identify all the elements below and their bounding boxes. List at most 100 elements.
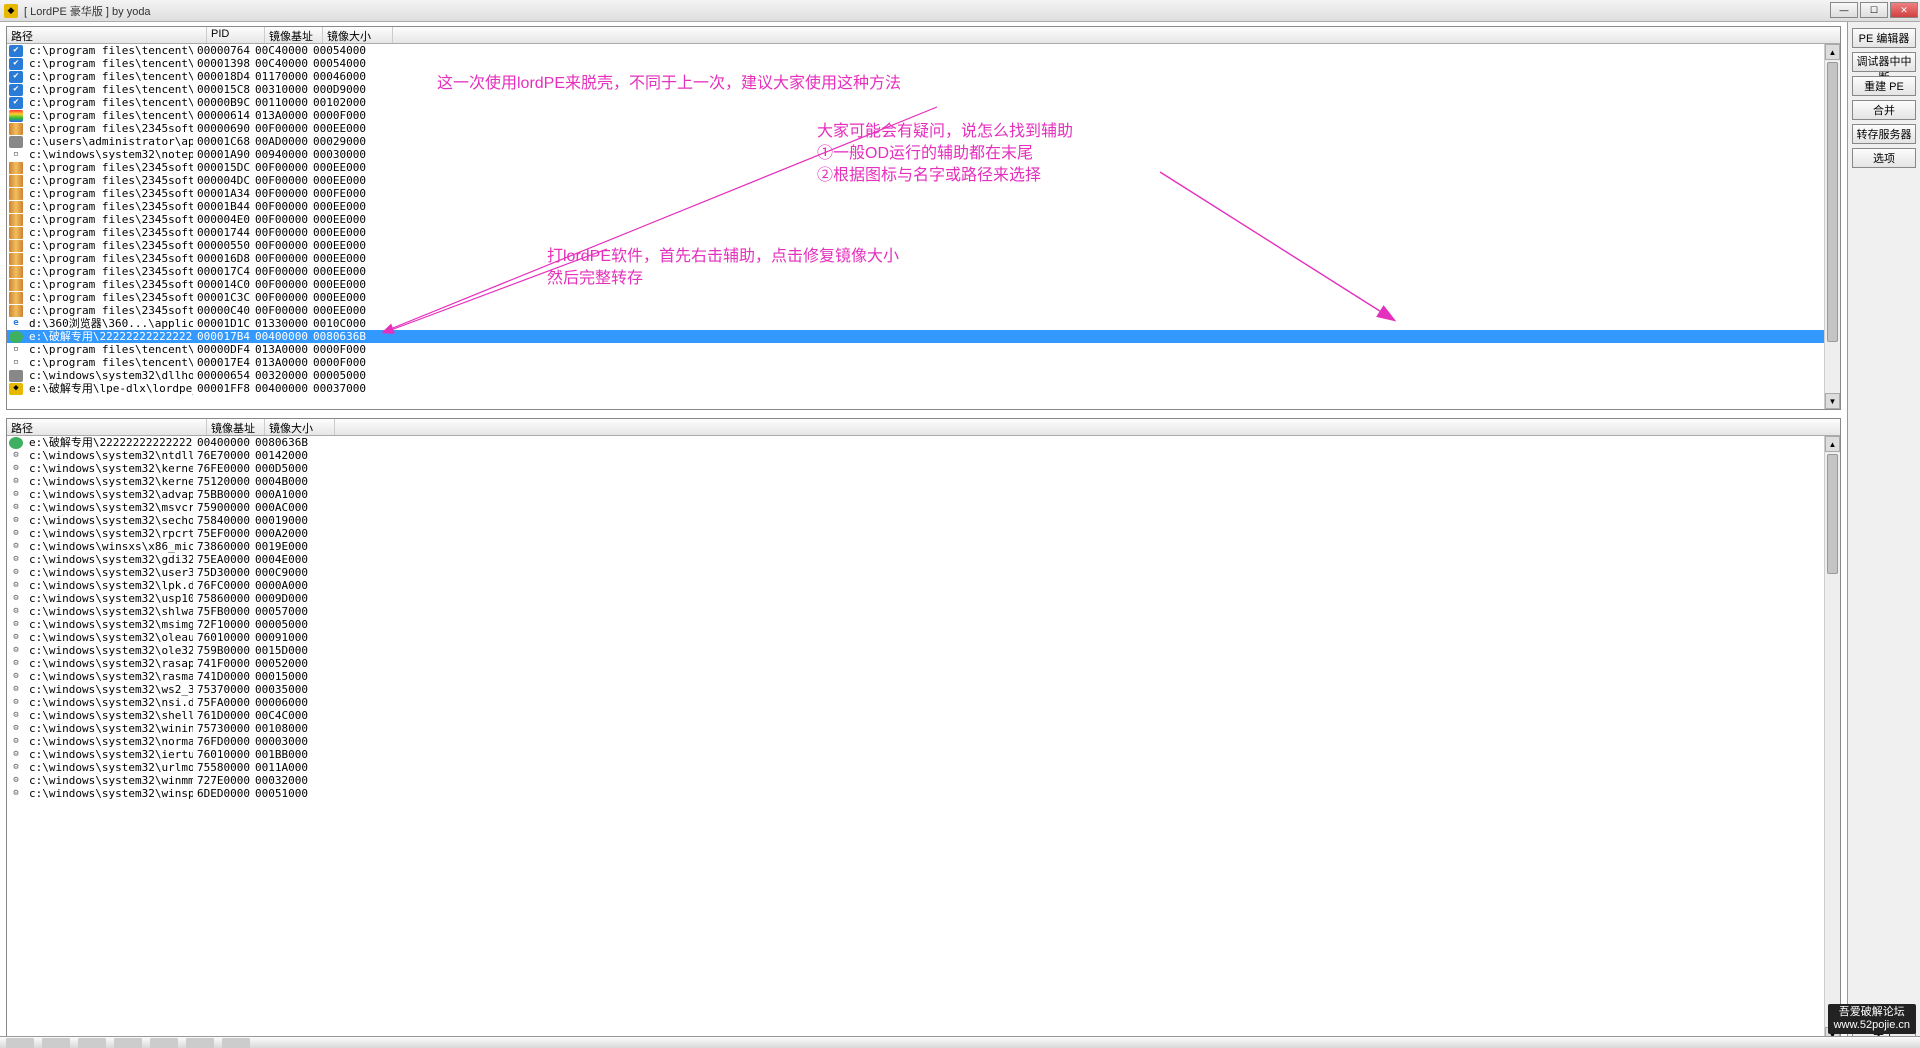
process-row[interactable]: c:\program files\2345soft\haozip\h...000… — [7, 174, 1824, 187]
maximize-button[interactable]: ☐ — [1860, 2, 1888, 18]
module-row[interactable]: e:\破解专用\2222222222222222222222\...004000… — [7, 436, 1824, 449]
process-row[interactable]: c:\program files\2345soft\haozip\h...000… — [7, 278, 1824, 291]
rebuild-pe-button[interactable]: 重建 PE — [1852, 76, 1916, 96]
minimize-button[interactable]: — — [1830, 2, 1858, 18]
module-row[interactable]: ⚙c:\windows\system32\oleaut32.dll7601000… — [7, 631, 1824, 644]
module-row[interactable]: ⚙c:\windows\system32\kernel32.dll76FE000… — [7, 462, 1824, 475]
module-row[interactable]: ⚙c:\windows\system32\ole32.dll759B000000… — [7, 644, 1824, 657]
module-row[interactable]: ⚙c:\windows\system32\nsi.dll75FA00000000… — [7, 696, 1824, 709]
taskbar-item[interactable] — [6, 1038, 34, 1048]
module-row[interactable]: ⚙c:\windows\system32\msvcrt.dll759000000… — [7, 501, 1824, 514]
cell-size: 0009D000 — [251, 592, 321, 605]
cell-size: 00006000 — [251, 696, 321, 709]
process-row[interactable]: c:\program files\2345soft\haozip\h...000… — [7, 122, 1824, 135]
module-row[interactable]: ⚙c:\windows\winsxs\x86_microsoft.wi...73… — [7, 540, 1824, 553]
process-row[interactable]: ✔c:\program files\tencent\qqpcmgr\1...00… — [7, 57, 1824, 70]
col-path[interactable]: 路径 — [7, 27, 207, 43]
merge-button[interactable]: 合并 — [1852, 100, 1916, 120]
process-row[interactable]: c:\program files\2345soft\haozip\h...000… — [7, 187, 1824, 200]
options-button[interactable]: 选项 — [1852, 148, 1916, 168]
process-row[interactable]: c:\program files\2345soft\haozip\h...000… — [7, 252, 1824, 265]
module-row[interactable]: ⚙c:\windows\system32\sechost.dll75840000… — [7, 514, 1824, 527]
cell-size: 00037000 — [309, 382, 379, 395]
process-row[interactable]: c:\program files\2345soft\haozip\h...000… — [7, 161, 1824, 174]
col-pid[interactable]: PID — [207, 27, 265, 43]
taskbar-item[interactable] — [150, 1038, 178, 1048]
process-row[interactable]: c:\program files\2345soft\haozip\h...000… — [7, 265, 1824, 278]
module-row[interactable]: ⚙c:\windows\system32\urlmon.dll755800000… — [7, 761, 1824, 774]
module-row[interactable]: ⚙c:\windows\system32\winspool.drv6DED000… — [7, 787, 1824, 800]
process-row[interactable]: c:\program files\2345soft\haozip\h...000… — [7, 226, 1824, 239]
shield-icon: ✔ — [9, 84, 23, 96]
debugger-break-button[interactable]: 调试器中中断 — [1852, 52, 1916, 72]
process-row[interactable]: c:\program files\2345soft\haozip\h...000… — [7, 291, 1824, 304]
dump-server-button[interactable]: 转存服务器 — [1852, 124, 1916, 144]
module-row[interactable]: ⚙c:\windows\system32\ntdll.dll76E7000000… — [7, 449, 1824, 462]
module-row[interactable]: ⚙c:\windows\system32\iertutil.dll7601000… — [7, 748, 1824, 761]
module-row[interactable]: ⚙c:\windows\system32\rpcrt4.dll75EF00000… — [7, 527, 1824, 540]
pe-editor-button[interactable]: PE 编辑器 — [1852, 28, 1916, 48]
process-row[interactable]: ✔c:\program files\tencent\qqpcmgr\1...00… — [7, 44, 1824, 57]
process-row[interactable]: ▫c:\program files\tencent\qq\bin\qq...00… — [7, 356, 1824, 369]
dll-icon: ⚙ — [9, 567, 23, 579]
taskbar-item[interactable] — [78, 1038, 106, 1048]
module-row[interactable]: ⚙c:\windows\system32\rasapi32.dll741F000… — [7, 657, 1824, 670]
process-row[interactable]: c:\users\administrator\appdata\roa...000… — [7, 135, 1824, 148]
module-row[interactable]: ⚙c:\windows\system32\shlwapi.dll75FB0000… — [7, 605, 1824, 618]
cell-path: c:\windows\system32\msvcrt.dll — [25, 501, 193, 514]
module-row[interactable]: ⚙c:\windows\system32\kernelbase.dll75120… — [7, 475, 1824, 488]
process-scrollbar[interactable]: ▲ ▼ — [1824, 44, 1840, 409]
taskbar-item[interactable] — [114, 1038, 142, 1048]
target-icon — [9, 331, 23, 343]
process-row[interactable]: ✔c:\program files\tencent\qqpcmgr\1...00… — [7, 83, 1824, 96]
process-row[interactable]: c:\program files\tencent\qq\bin\qq...000… — [7, 109, 1824, 122]
process-row[interactable]: c:\program files\2345soft\haozip\h...000… — [7, 239, 1824, 252]
col-path[interactable]: 路径 — [7, 419, 207, 435]
process-row[interactable]: ✔c:\program files\tencent\qqpcmgr\1...00… — [7, 96, 1824, 109]
process-row[interactable]: ▫c:\windows\system32\notepad.exe00001A90… — [7, 148, 1824, 161]
process-row[interactable]: ed:\360浏览器\360...\application\36...00001… — [7, 317, 1824, 330]
module-row[interactable]: ⚙c:\windows\system32\ws2_32.dll753700000… — [7, 683, 1824, 696]
col-size[interactable]: 镜像大小 — [323, 27, 393, 43]
scroll-down-icon[interactable]: ▼ — [1825, 393, 1840, 409]
module-row[interactable]: ⚙c:\windows\system32\wininet.dll75730000… — [7, 722, 1824, 735]
col-base[interactable]: 镜像基址 — [265, 27, 323, 43]
module-row[interactable]: ⚙c:\windows\system32\advapi32.dll75BB000… — [7, 488, 1824, 501]
module-list-header: 路径 镜像基址 镜像大小 — [7, 419, 1840, 436]
module-row[interactable]: ⚙c:\windows\system32\winmm.dll727E000000… — [7, 774, 1824, 787]
taskbar[interactable] — [0, 1036, 1920, 1048]
cell-base: 013A0000 — [251, 343, 309, 356]
process-row[interactable]: ✔c:\program files\tencent\qqpcmgr\1...00… — [7, 70, 1824, 83]
module-row[interactable]: ⚙c:\windows\system32\rasman.dll741D00000… — [7, 670, 1824, 683]
scroll-up-icon[interactable]: ▲ — [1825, 436, 1840, 452]
col-size[interactable]: 镜像大小 — [265, 419, 335, 435]
cell-size: 00051000 — [251, 787, 321, 800]
close-button[interactable]: ✕ — [1890, 2, 1918, 18]
process-row[interactable]: c:\program files\2345soft\haozip\h...000… — [7, 304, 1824, 317]
module-row[interactable]: ⚙c:\windows\system32\msimg32.dll72F10000… — [7, 618, 1824, 631]
module-row[interactable]: ⚙c:\windows\system32\gdi32.dll75EA000000… — [7, 553, 1824, 566]
taskbar-item[interactable] — [186, 1038, 214, 1048]
cell-size: 00108000 — [251, 722, 321, 735]
process-list-body[interactable]: ✔c:\program files\tencent\qqpcmgr\1...00… — [7, 44, 1824, 409]
module-list-body[interactable]: e:\破解专用\2222222222222222222222\...004000… — [7, 436, 1824, 1043]
process-row[interactable]: ▫c:\program files\tencent\qq\bin\qq...00… — [7, 343, 1824, 356]
module-row[interactable]: ⚙c:\windows\system32\lpk.dll76FC00000000… — [7, 579, 1824, 592]
scroll-thumb[interactable] — [1827, 454, 1838, 574]
taskbar-item[interactable] — [42, 1038, 70, 1048]
module-row[interactable]: ⚙c:\windows\system32\normaliz.dll76FD000… — [7, 735, 1824, 748]
process-row[interactable]: ◆e:\破解专用\lpe-dlx\lordpe_hh.exe00001FF800… — [7, 382, 1824, 395]
process-row[interactable]: c:\windows\system32\dllhost.exe000006540… — [7, 369, 1824, 382]
module-scrollbar[interactable]: ▲ ▼ — [1824, 436, 1840, 1043]
module-row[interactable]: ⚙c:\windows\system32\usp10.dll7586000000… — [7, 592, 1824, 605]
scroll-thumb[interactable] — [1827, 62, 1838, 342]
scroll-up-icon[interactable]: ▲ — [1825, 44, 1840, 60]
module-row[interactable]: ⚙c:\windows\system32\user32.dll75D300000… — [7, 566, 1824, 579]
col-base[interactable]: 镜像基址 — [207, 419, 265, 435]
module-row[interactable]: ⚙c:\windows\system32\shell32.dll761D0000… — [7, 709, 1824, 722]
process-row[interactable]: c:\program files\2345soft\haozip\h...000… — [7, 200, 1824, 213]
cell-pid: 00001A90 — [193, 148, 251, 161]
taskbar-item[interactable] — [222, 1038, 250, 1048]
process-row[interactable]: c:\program files\2345soft\haozip\h...000… — [7, 213, 1824, 226]
process-row[interactable]: e:\破解专用\2222222222222222222222\...000017… — [7, 330, 1824, 343]
